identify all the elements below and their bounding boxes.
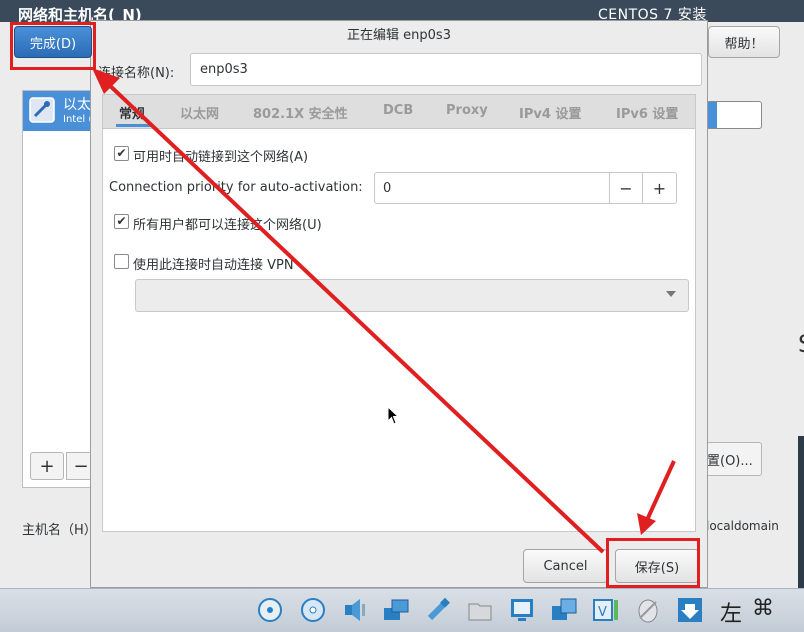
all-users-checkbox[interactable]: ✔ — [114, 214, 129, 229]
configure-button-label: 置(O)... — [707, 453, 753, 469]
optical-disk-icon[interactable] — [299, 596, 327, 624]
vbox-recording-icon[interactable]: V — [592, 596, 620, 624]
hard-disk-icon[interactable] — [256, 596, 284, 624]
current-hostname-text: localdomain — [706, 519, 779, 533]
chevron-down-icon — [666, 291, 676, 297]
done-button-highlight — [10, 22, 96, 70]
dialog-title: 正在编辑 enp0s3 — [347, 28, 451, 43]
auto-vpn-label: 使用此连接时自动连接 VPN — [133, 258, 294, 273]
priority-input[interactable] — [374, 172, 610, 204]
window-edge — [798, 436, 804, 588]
tab-ethernet[interactable]: 以太网 — [180, 103, 219, 122]
right-edge-glyph: S — [798, 330, 804, 358]
command-key-icon: ⌘ — [752, 596, 774, 621]
device-on-off-switch[interactable] — [706, 101, 762, 129]
connection-name-label: 连接名称(N): — [98, 66, 175, 81]
priority-label: Connection priority for auto-activation: — [109, 180, 363, 195]
device-description: Intel ( — [63, 114, 93, 125]
save-button-highlight — [606, 538, 700, 588]
priority-decrement-button[interactable]: − — [610, 172, 643, 204]
help-button[interactable]: 帮助！ — [708, 26, 780, 58]
ethernet-device-icon — [29, 97, 55, 123]
auto-vpn-checkbox[interactable] — [114, 254, 129, 269]
configure-button[interactable]: 置(O)... — [706, 442, 762, 476]
tab-ipv6-settings[interactable]: IPv6 设置 — [616, 103, 678, 122]
auto-connect-label: 可用时自动链接到这个网络(A) — [133, 150, 309, 165]
drag-drop-icon[interactable] — [550, 596, 578, 624]
tab-proxy[interactable]: Proxy — [446, 103, 488, 118]
all-users-label: 所有用户都可以连接这个网络(U) — [133, 218, 322, 233]
connection-name-input[interactable] — [190, 53, 702, 86]
display-icon[interactable] — [508, 596, 536, 624]
audio-icon[interactable] — [342, 596, 370, 624]
mouse-integration-icon[interactable] — [634, 596, 662, 624]
device-name: 以太 — [63, 97, 91, 113]
host-key-text: 左 — [720, 602, 743, 627]
add-device-button[interactable]: + — [30, 452, 64, 480]
download-arrow-icon[interactable] — [676, 596, 704, 624]
auto-connect-checkbox[interactable]: ✔ — [114, 146, 129, 161]
mouse-cursor-icon — [387, 406, 399, 425]
tab-general[interactable]: 常规 — [119, 103, 145, 122]
active-tab-indicator — [116, 124, 152, 127]
network-icon[interactable] — [382, 596, 410, 624]
cancel-button[interactable]: Cancel — [523, 549, 608, 583]
priority-increment-button[interactable]: + — [643, 172, 677, 204]
vpn-select[interactable] — [135, 279, 689, 312]
tab-dcb[interactable]: DCB — [383, 103, 413, 118]
hostname-label: 主机名（H） — [22, 523, 97, 538]
usb-icon[interactable] — [424, 596, 452, 624]
shared-folder-icon[interactable] — [466, 596, 494, 624]
tab-8021x-security[interactable]: 802.1X 安全性 — [253, 103, 348, 122]
svg-text:V: V — [598, 605, 607, 620]
tab-ipv4-settings[interactable]: IPv4 设置 — [519, 103, 581, 122]
